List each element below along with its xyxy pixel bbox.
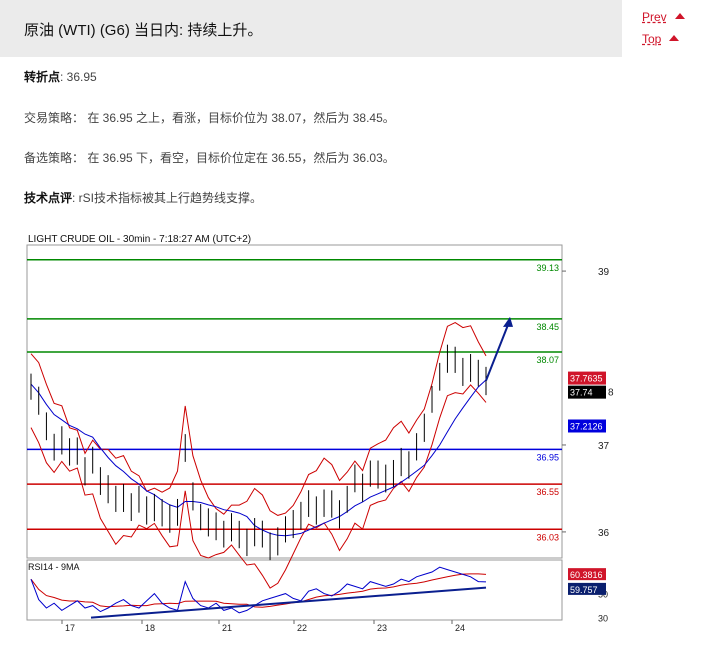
top-label: Top bbox=[642, 32, 662, 46]
strategy-line: 交易策略： 在 36.95 之上，看涨，目标价位为 38.07，然后为 38.4… bbox=[24, 109, 395, 126]
x-tick-label: 21 bbox=[222, 623, 232, 633]
strategy-text: 在 36.95 之上，看涨，目标价位为 38.07，然后为 38.45。 bbox=[84, 111, 395, 125]
strategy-label: 交易策略： bbox=[24, 111, 85, 125]
rsi-trendline bbox=[90, 586, 487, 619]
rsi-line bbox=[30, 566, 487, 614]
x-tick-label: 22 bbox=[297, 623, 307, 633]
price-y-tick-label: 37 bbox=[598, 441, 610, 452]
comment-line: 技术点评: rSI技术指标被其上行趋势线支撑。 bbox=[24, 189, 262, 206]
alt-strategy-line: 备选策略： 在 36.95 下，看空，目标价位定在 36.55，然后为 36.0… bbox=[24, 149, 395, 166]
x-tick-label: 18 bbox=[145, 623, 155, 633]
price-tag-label: 37.74 bbox=[570, 388, 593, 398]
page-title: 原油 (WTI) (G6) 当日内: 持续上升。 bbox=[24, 22, 263, 39]
chart-title: LIGHT CRUDE OIL - 30min - 7:18:27 AM (UT… bbox=[28, 234, 252, 245]
rsi-tag-label: 59.757 bbox=[570, 585, 598, 595]
pivot-value: : 36.95 bbox=[60, 70, 97, 84]
price-y-tick-partial: 8 bbox=[608, 388, 614, 399]
forecast-arrow bbox=[485, 324, 509, 382]
price-tag-label: 37.2126 bbox=[570, 421, 603, 431]
level-label: 36.95 bbox=[536, 452, 559, 462]
alt-strategy-label: 备选策略： bbox=[24, 151, 85, 165]
level-label: 38.07 bbox=[536, 355, 559, 365]
prev-link[interactable]: Prev bbox=[642, 10, 702, 32]
rsi-y-tick-label: 30 bbox=[598, 614, 608, 624]
chart-area: 36 37 39 39.13 38.45 38.07 36.95 36.55 36.03 37.7… bbox=[22, 230, 702, 640]
rsi-panel-frame bbox=[26, 559, 563, 621]
comment-label: 技术点评 bbox=[24, 191, 73, 205]
comment-text: : rSI技术指标被其上行趋势线支撑。 bbox=[72, 191, 263, 205]
rsi-title: RSI14 - 9MA bbox=[28, 562, 80, 572]
level-label: 36.03 bbox=[536, 532, 559, 542]
price-y-tick-label: 39 bbox=[598, 267, 610, 278]
up-arrow-icon bbox=[674, 13, 685, 19]
pivot-line: 转折点: 36.95 bbox=[24, 68, 97, 85]
alt-strategy-text: 在 36.95 下，看空，目标价位定在 36.55，然后为 36.03。 bbox=[84, 151, 395, 165]
pivot-label: 转折点 bbox=[24, 70, 61, 84]
price-tag-label: 37.7635 bbox=[570, 374, 603, 384]
side-nav: Prev Top bbox=[642, 10, 702, 54]
level-label: 36.55 bbox=[536, 487, 559, 497]
x-tick-label: 17 bbox=[65, 623, 75, 633]
price-y-tick-label: 36 bbox=[598, 528, 610, 539]
x-tick-label: 23 bbox=[377, 623, 387, 633]
level-label: 38.45 bbox=[536, 322, 559, 332]
price-panel-frame bbox=[26, 244, 563, 559]
moving-average bbox=[30, 379, 487, 537]
price-chart: 36 37 39 39.13 38.45 38.07 36.95 36.55 36.03 37.7… bbox=[26, 244, 614, 633]
rsi-ma-line bbox=[30, 573, 487, 608]
rsi-tag-label: 60.3816 bbox=[570, 570, 603, 580]
top-link[interactable]: Top bbox=[642, 32, 702, 54]
header-bar: 原油 (WTI) (G6) 当日内: 持续上升。 bbox=[0, 0, 622, 57]
x-tick-label: 24 bbox=[455, 623, 465, 633]
prev-label: Prev bbox=[642, 10, 667, 24]
level-label: 39.13 bbox=[536, 263, 559, 273]
up-arrow-icon bbox=[669, 35, 680, 41]
